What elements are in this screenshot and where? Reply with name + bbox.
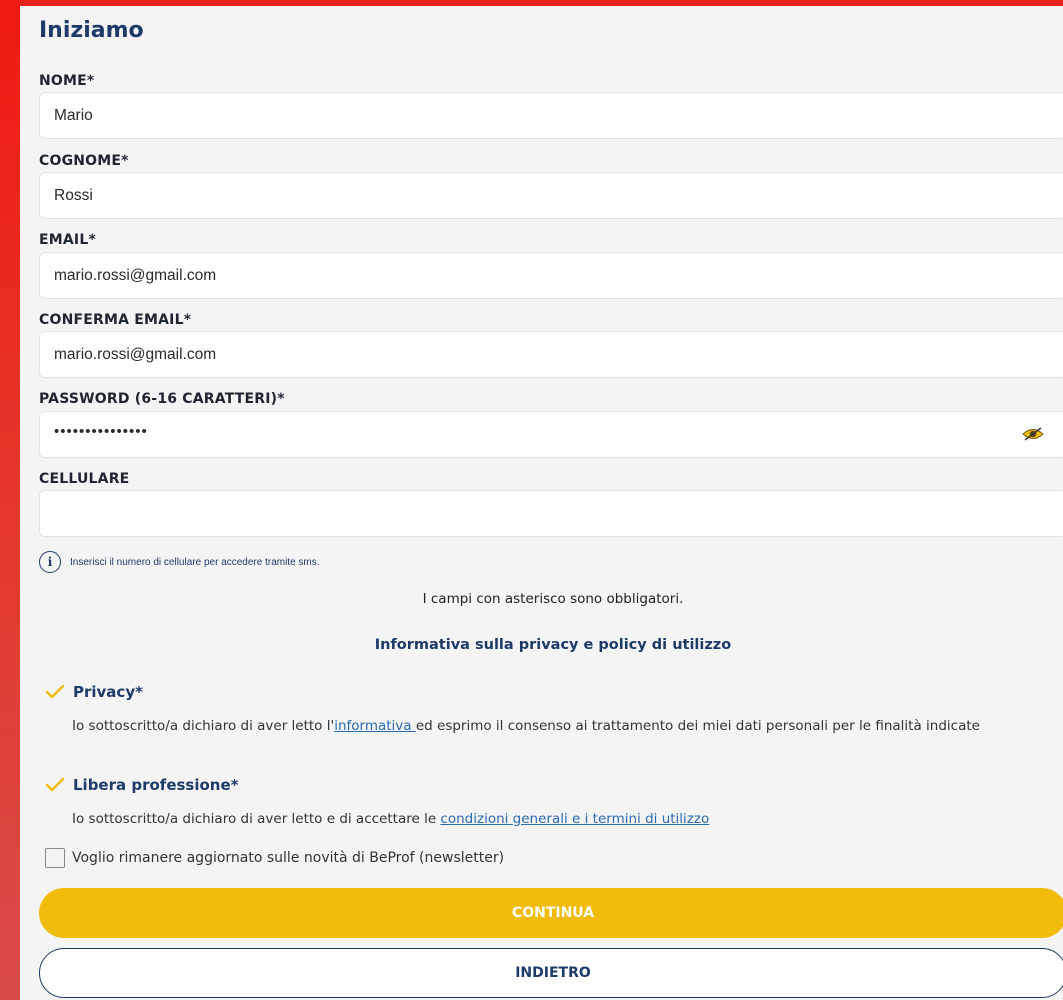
privacy-title: Privacy* — [73, 683, 143, 701]
terms-link[interactable]: condizioni generali e i termini di utili… — [440, 811, 709, 827]
newsletter-option[interactable]: Voglio rimanere aggiornato sulle novità … — [45, 848, 504, 868]
cellulare-hint-text: Inserisci il numero di cellulare per acc… — [70, 556, 320, 568]
registration-panel: Iniziamo NOME* Mario COGNOME* Rossi EMAI… — [20, 6, 1063, 1000]
continue-button[interactable]: CONTINUA — [39, 888, 1063, 938]
nome-input[interactable]: Mario — [39, 92, 1063, 139]
cellulare-label: CELLULARE — [39, 471, 130, 487]
back-button[interactable]: INDIETRO — [39, 948, 1063, 998]
cellulare-input[interactable] — [39, 490, 1063, 537]
privacy-text: Io sottoscritto/a dichiaro di aver letto… — [72, 715, 1052, 737]
confirm-email-value: mario.rossi@gmail.com — [54, 346, 217, 363]
newsletter-label: Voglio rimanere aggiornato sulle novità … — [72, 850, 505, 866]
checkmark-icon[interactable] — [45, 684, 65, 700]
checkmark-icon[interactable] — [45, 777, 65, 793]
libera-professione-text: Io sottoscritto/a dichiaro di aver letto… — [72, 808, 1052, 830]
cognome-value: Rossi — [54, 187, 93, 204]
privacy-text-after: ed esprimo il consenso ai trattamento de… — [415, 718, 980, 734]
password-value: ••••••••••••••• — [54, 423, 148, 440]
cognome-label: COGNOME* — [39, 153, 129, 169]
informativa-link[interactable]: informativa — [334, 718, 416, 734]
confirm-email-label: CONFERMA EMAIL* — [39, 312, 192, 328]
libera-professione-consent[interactable]: Libera professione* — [45, 776, 239, 794]
privacy-text-before: Io sottoscritto/a dichiaro di aver letto… — [72, 718, 335, 734]
nome-value: Mario — [54, 107, 93, 124]
password-input[interactable]: ••••••••••••••• — [39, 411, 1063, 458]
cellulare-hint: i Inserisci il numero di cellulare per a… — [39, 550, 320, 574]
page-title: Iniziamo — [39, 18, 144, 43]
page-frame-edge — [0, 0, 20, 1000]
email-input[interactable]: mario.rossi@gmail.com — [39, 252, 1063, 299]
email-label: EMAIL* — [39, 232, 96, 248]
cognome-input[interactable]: Rossi — [39, 172, 1063, 219]
eye-icon[interactable] — [1022, 426, 1044, 442]
required-fields-note: I campi con asterisco sono obbligatori. — [422, 591, 684, 607]
password-label: PASSWORD (6-16 CARATTERI)* — [39, 391, 285, 407]
libera-professione-title: Libera professione* — [73, 776, 239, 794]
privacy-consent[interactable]: Privacy* — [45, 683, 143, 701]
newsletter-checkbox[interactable] — [45, 848, 65, 868]
nome-label: NOME* — [39, 73, 95, 89]
confirm-email-input[interactable]: mario.rossi@gmail.com — [39, 331, 1063, 378]
info-icon: i — [39, 551, 61, 573]
libera-text-before: Io sottoscritto/a dichiaro di aver letto… — [72, 811, 441, 827]
email-value: mario.rossi@gmail.com — [54, 267, 217, 284]
privacy-policy-heading: Informativa sulla privacy e policy di ut… — [374, 637, 732, 653]
